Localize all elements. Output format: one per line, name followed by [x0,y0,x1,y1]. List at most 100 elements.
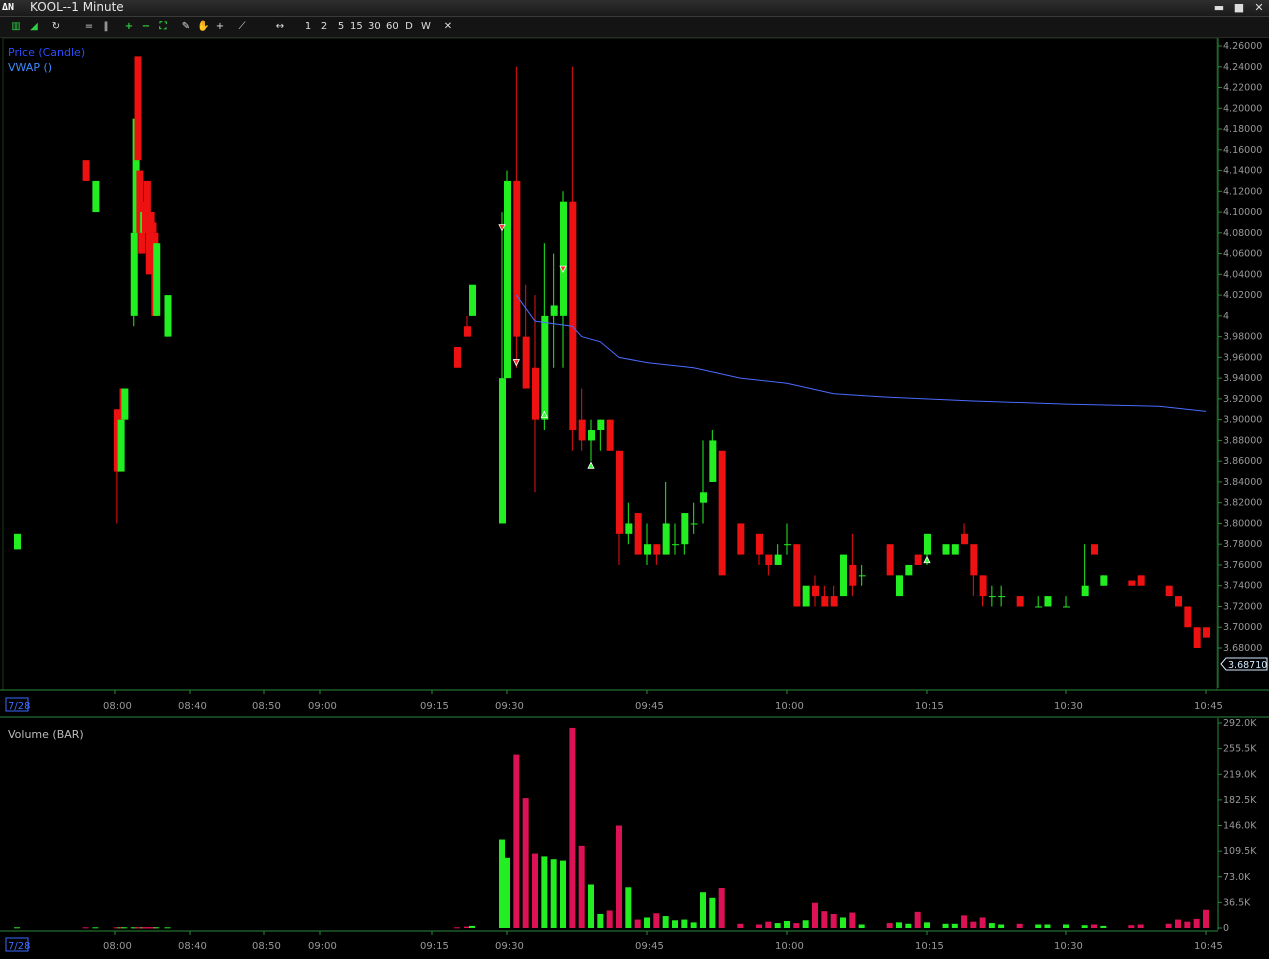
candle [905,564,913,576]
volume-bar [924,922,930,928]
timeframe-5[interactable]: 5 [335,19,347,35]
volume-date-label: 7/28 [8,941,30,952]
minimize-button[interactable]: ▬ [1211,1,1227,14]
candle-body [765,554,773,565]
hand-icon[interactable]: ✋ [197,19,209,35]
candle [914,554,922,565]
candle [1203,627,1210,638]
line-chart-icon[interactable]: ◢ [28,19,40,35]
volume-bar [709,897,716,928]
crosshair-icon[interactable]: + [214,19,226,35]
candle-body [499,378,506,524]
maximize-button[interactable]: ■ [1231,1,1247,14]
volume-time-label: 09:30 [495,941,524,952]
price-time-label: 09:15 [420,701,449,712]
price-tick-label: 4.12000 [1223,186,1262,197]
volume-tick-label: 182.5K [1223,795,1257,806]
candle [164,295,172,337]
candle-body [464,326,471,337]
volume-bar [849,912,856,928]
candle-body [700,492,707,503]
volume-bar [1203,909,1209,928]
volume-bar [14,927,20,929]
price-panel[interactable]: Price (Candle) VWAP () 4.260004.240004.2… [0,38,1269,712]
volume-bar [1091,924,1097,928]
volume-bar [513,754,520,928]
volume-tick-label: 292.0K [1223,718,1257,729]
candle-body [840,554,847,597]
candle-body [92,180,100,213]
volume-tick-label: 255.5K [1223,744,1257,755]
horizontal-scroll-icon[interactable]: ↔ [274,19,286,35]
candle [134,56,142,161]
close-window-button[interactable]: ✕ [1251,1,1267,14]
volume-axis-ticks: 292.0K 255.5K 219.0K 182.5K 146.0K 109.5K 73.0… [1218,718,1257,934]
volume-bar [1137,924,1144,928]
refresh-icon[interactable]: ↻ [50,19,62,35]
last-price-value: 3.68710 [1228,660,1267,671]
volume-panel[interactable]: Volume (BAR) 292.0K 255.5K 219.0K 182.5K 146… [0,716,1269,952]
price-tick-label: 3.98000 [1223,332,1262,343]
volume-bar [961,915,968,928]
candle-body [588,430,595,441]
candle-body [134,56,142,161]
timeframe-30[interactable]: 30 [368,19,381,35]
volume-bar [840,917,846,928]
candle [130,232,138,327]
zoom-in-icon[interactable]: + [123,19,135,35]
volume-bar [504,857,510,928]
candle [1175,596,1182,607]
window-title: KOOL--1 Minute [30,0,124,14]
candle-body [1165,585,1173,597]
candle-body [812,585,819,597]
volume-bar [560,860,566,928]
volume-time-label: 08:40 [178,941,207,952]
close-chart-button[interactable]: ✕ [442,19,454,35]
candle-body [513,180,521,337]
volume-bar [886,923,893,928]
price-tick-label: 3.76000 [1223,560,1262,571]
candle-body [616,450,623,534]
candle-body [1016,596,1024,607]
chart-toolbar: ▥ ◢ ↻ = ‖ + − ⛶ ✎ ✋ + ⟋ ↔ 1 2 5 15 30 60… [0,17,1269,38]
volume-time-label: 10:15 [915,941,944,952]
price-tick-label: 3.88000 [1223,435,1262,446]
price-time-label: 10:30 [1054,701,1083,712]
timeframe-60[interactable]: 60 [386,19,399,35]
candle-body [914,554,922,565]
fit-icon[interactable]: ⛶ [157,19,169,35]
pause-icon[interactable]: ‖ [100,19,112,35]
candle-body [82,160,90,181]
timeframe-w[interactable]: W [420,19,432,35]
price-tick-label: 3.90000 [1223,415,1262,426]
candle-body [1203,627,1210,638]
zoom-out-icon[interactable]: − [140,19,152,35]
volume-tick-label: 219.0K [1223,769,1257,780]
candle-body [504,180,511,379]
price-time-labels: 08:00 08:40 08:50 09:00 09:15 09:30 09:45 10:00… [103,690,1223,712]
bar-chart-icon[interactable]: ▥ [10,19,22,35]
pencil-icon[interactable]: ✎ [180,19,192,35]
timeframe-1[interactable]: 1 [302,19,314,35]
timeframe-d[interactable]: D [403,19,415,35]
candle-body [784,544,791,546]
candle [1193,627,1201,648]
volume-bar [653,913,660,928]
timeframe-2[interactable]: 2 [318,19,330,35]
candle [469,284,476,316]
volume-bars [14,727,1209,929]
price-time-label: 09:45 [635,701,664,712]
price-tick-label: 3.96000 [1223,352,1262,363]
timeframe-15[interactable]: 15 [350,19,363,35]
volume-bar [802,920,809,928]
candle [14,533,21,550]
candle [92,180,100,213]
line-tool-icon[interactable]: ⟋ [236,19,248,35]
price-tick-label: 3.80000 [1223,518,1262,529]
candle-body [14,533,21,550]
equals-icon[interactable]: = [83,19,95,35]
chart-area[interactable]: Price (Candle) VWAP () 4.260004.240004.2… [0,38,1269,959]
volume-bar [951,923,958,928]
volume-bar [550,859,557,928]
vwap-legend: VWAP () [8,61,52,74]
